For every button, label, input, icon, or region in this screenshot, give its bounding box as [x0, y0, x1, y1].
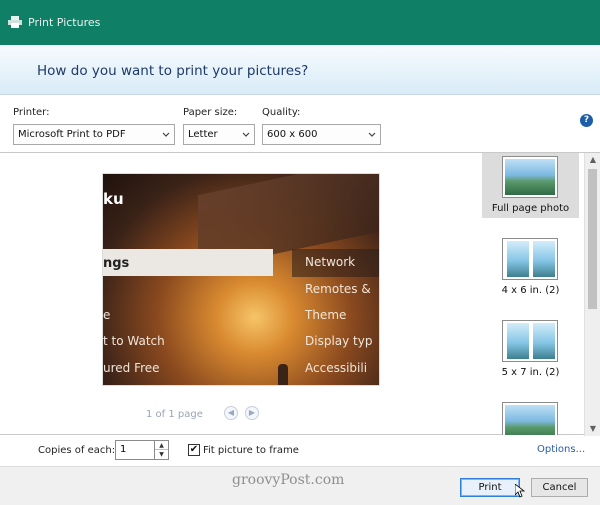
scroll-up-arrow-icon[interactable]: ▲ [585, 153, 600, 167]
watermark: groovyPost.com [232, 472, 345, 488]
printer-value: Microsoft Print to PDF [18, 129, 126, 140]
layout-4x6[interactable]: 4 x 6 in. (2) [482, 235, 579, 296]
header-band: How do you want to print your pictures? [0, 45, 600, 95]
window-title: Print Pictures [28, 16, 101, 29]
preview-left-item: ured Free [103, 361, 160, 375]
page-indicator: 1 of 1 page [146, 409, 203, 420]
preview-left-item: t to Watch [103, 334, 165, 348]
printer-select[interactable]: Microsoft Print to PDF [13, 124, 175, 145]
quality-label: Quality: [262, 107, 301, 118]
copies-input[interactable]: 1 [115, 440, 155, 460]
scroll-down-arrow-icon[interactable]: ▼ [585, 422, 600, 436]
printer-label: Printer: [13, 107, 50, 118]
preview-right-item: Remotes & [305, 282, 371, 296]
mouse-cursor-icon [515, 484, 525, 498]
fit-to-frame-checkbox[interactable]: ✔ [188, 444, 200, 456]
cancel-button[interactable]: Cancel [531, 478, 588, 497]
layout-scrollbar[interactable]: ▲ ▼ [584, 153, 600, 436]
spin-down-icon[interactable]: ▼ [155, 450, 168, 459]
spin-up-icon[interactable]: ▲ [155, 441, 168, 450]
footer-bar: groovyPost.com Print Cancel [0, 466, 600, 505]
print-preview-image: ku ngs e t to Watch ured Free Network Re… [103, 174, 379, 385]
preview-logo-text: ku [103, 190, 124, 208]
paper-size-select[interactable]: Letter [183, 124, 255, 145]
title-bar: Print Pictures [0, 0, 600, 45]
fit-to-frame-label[interactable]: Fit picture to frame [203, 445, 299, 456]
preview-search-text: ngs [103, 256, 130, 271]
quality-value: 600 x 600 [267, 129, 318, 140]
chevron-down-icon [368, 132, 376, 137]
preview-right-item: Network [305, 255, 356, 269]
scroll-thumb[interactable] [588, 169, 597, 309]
layout-next-option[interactable] [482, 399, 579, 435]
chevron-down-icon [162, 132, 170, 137]
preview-right-item: Display typ [305, 334, 373, 348]
next-page-button[interactable]: ▶ [245, 406, 259, 420]
layout-thumbnail [502, 156, 558, 198]
layout-thumbnail [502, 402, 558, 435]
preview-area: ku ngs e t to Watch ured Free Network Re… [0, 152, 600, 436]
options-link[interactable]: Options... [537, 444, 585, 455]
preview-figure-silhouette [278, 364, 288, 385]
copies-label: Copies of each: [38, 445, 116, 456]
print-button[interactable]: Print [460, 478, 520, 497]
help-icon[interactable]: ? [580, 114, 593, 127]
chevron-down-icon [242, 132, 250, 137]
layout-full-page-photo[interactable]: Full page photo [482, 153, 579, 218]
layout-label: Full page photo [491, 203, 570, 214]
layout-thumbnail [502, 238, 558, 280]
layout-thumbnail [502, 320, 558, 362]
layout-label: 5 x 7 in. (2) [501, 367, 560, 378]
preview-left-item: e [103, 308, 111, 322]
copies-stepper[interactable]: ▲ ▼ [155, 440, 169, 460]
layout-5x7[interactable]: 5 x 7 in. (2) [482, 317, 579, 379]
layout-label: 4 x 6 in. (2) [501, 285, 560, 296]
page-question: How do you want to print your pictures? [37, 63, 309, 79]
paper-size-label: Paper size: [183, 107, 238, 118]
preview-right-item: Theme [305, 308, 347, 322]
printer-icon [8, 16, 22, 28]
paper-size-value: Letter [188, 129, 218, 140]
previous-page-button[interactable]: ◀ [224, 406, 238, 420]
preview-right-item: Accessibili [305, 361, 368, 375]
quality-select[interactable]: 600 x 600 [262, 124, 381, 145]
